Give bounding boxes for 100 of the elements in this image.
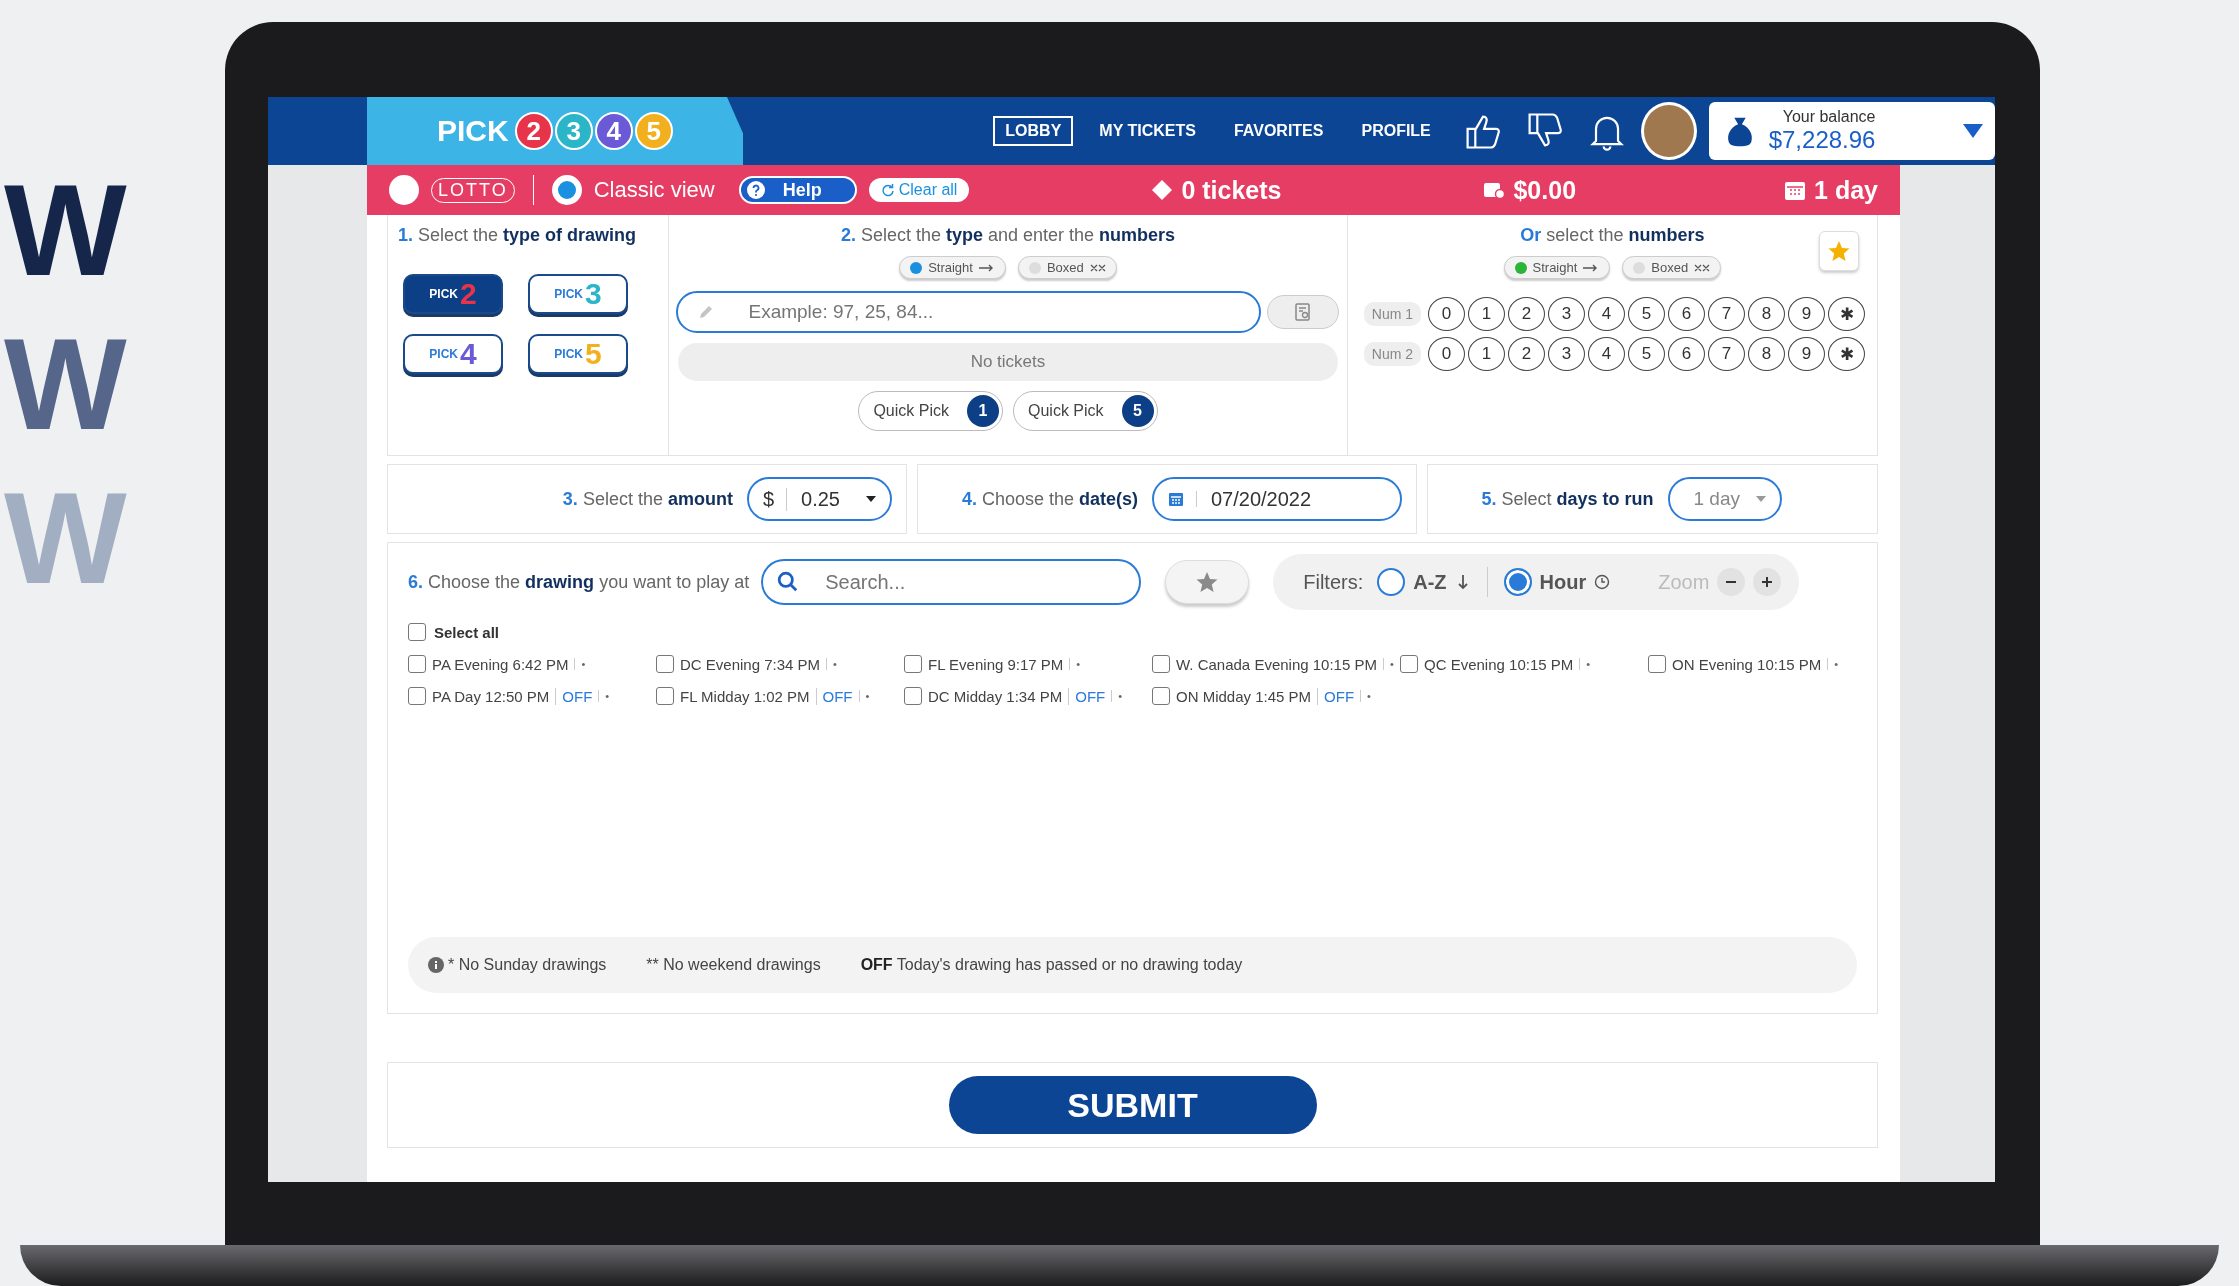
checkbox[interactable] — [1400, 655, 1418, 673]
drawing-label[interactable]: FL Midday 1:02 PM — [680, 687, 810, 705]
date-field[interactable]: 07/20/2022 — [1152, 477, 1402, 521]
submit-button[interactable]: SUBMIT — [948, 1076, 1317, 1134]
mode-pill[interactable]: Boxed — [1017, 256, 1117, 279]
drawing-label[interactable]: PA Day 12:50 PM — [432, 687, 550, 705]
number-key[interactable]: 9 — [1788, 297, 1825, 331]
off-tag: OFF — [1317, 687, 1355, 705]
number-key[interactable]: 3 — [1548, 337, 1585, 371]
days-select[interactable]: 1 day — [1667, 477, 1782, 521]
checkbox[interactable] — [1152, 655, 1170, 673]
calendar-icon — [1784, 179, 1807, 201]
toggle-circle[interactable] — [551, 175, 582, 205]
row-label: Num 1 — [1363, 302, 1421, 326]
drawing-label[interactable]: FL Evening 9:17 PM — [928, 655, 1064, 673]
logo-ball: 4 — [594, 112, 633, 150]
checkbox[interactable] — [904, 687, 922, 705]
checkbox[interactable] — [656, 687, 674, 705]
favorites-button[interactable] — [1165, 560, 1250, 604]
number-key[interactable]: 2 — [1508, 337, 1545, 371]
ticket-icon — [1151, 179, 1174, 201]
number-key[interactable]: 6 — [1668, 337, 1705, 371]
number-key[interactable]: 6 — [1668, 297, 1705, 331]
classic-view-label: Classic view — [593, 177, 715, 203]
logo-ball: 3 — [554, 112, 593, 150]
number-key[interactable]: 4 — [1588, 337, 1625, 371]
number-key[interactable]: 1 — [1468, 337, 1505, 371]
drawing-label[interactable]: DC Evening 7:34 PM — [680, 655, 821, 673]
search-field[interactable]: Search... — [761, 559, 1142, 605]
number-key[interactable]: 7 — [1708, 337, 1745, 371]
drawing-label[interactable]: PA Evening 6:42 PM — [432, 655, 569, 673]
nav-link[interactable]: LOBBY — [993, 116, 1074, 146]
help-icon — [746, 181, 765, 199]
mode-pill[interactable]: Straight — [899, 256, 1006, 279]
filter-option[interactable]: Hour — [1539, 570, 1587, 594]
number-key[interactable]: 1 — [1468, 297, 1505, 331]
filters-label: Filters: — [1303, 570, 1364, 594]
number-key[interactable]: 5 — [1628, 297, 1665, 331]
refresh-icon — [880, 183, 895, 197]
swap-arrows-icon — [1089, 263, 1106, 272]
number-key[interactable]: 8 — [1748, 337, 1785, 371]
toggle-circle[interactable] — [389, 175, 419, 205]
balance-value: $7,228.96 — [1768, 126, 1877, 154]
drawing-mark: • — [1069, 658, 1081, 670]
step-title: 6. Choose the drawing you want to play at — [408, 571, 750, 593]
calendar-icon — [1168, 491, 1184, 507]
step-title: 3. Select the amount — [562, 488, 733, 510]
filter-radio[interactable] — [1377, 568, 1406, 596]
checkbox[interactable] — [408, 623, 426, 641]
checkbox[interactable] — [408, 655, 426, 673]
row-label: Num 2 — [1363, 342, 1421, 366]
step-title: 5. Select days to run — [1481, 488, 1654, 510]
drawing-mark: • — [1579, 658, 1591, 670]
caret-icon — [1963, 124, 1983, 138]
nav-link[interactable]: PROFILE — [1349, 116, 1443, 146]
checkbox[interactable] — [1648, 655, 1666, 673]
number-key[interactable]: ✱ — [1828, 297, 1865, 331]
checkbox[interactable] — [408, 687, 426, 705]
quick-pick-button[interactable]: Quick Pick 5 — [1013, 391, 1158, 431]
ticket-preview-button[interactable] — [1267, 295, 1340, 329]
mode-pill[interactable]: Boxed — [1622, 256, 1722, 279]
drawing-label[interactable]: QC Evening 10:15 PM — [1424, 655, 1574, 673]
amount-select[interactable]: $ 0.25 — [746, 477, 892, 521]
nav-link[interactable]: FAVORITES — [1221, 116, 1336, 146]
filter-option[interactable]: A-Z — [1413, 570, 1447, 594]
off-tag: OFF — [815, 687, 853, 705]
balance-label: Your balance — [1782, 108, 1877, 126]
quick-pick-button[interactable]: Quick Pick 1 — [858, 391, 1003, 431]
zoom-out-button[interactable] — [1717, 568, 1746, 596]
drawing-mark: • — [1111, 690, 1123, 702]
logo-ball: 2 — [514, 112, 553, 150]
balance-box[interactable]: Your balance $7,228.96 — [1708, 102, 1995, 160]
nav-link[interactable]: MY TICKETS — [1087, 116, 1208, 146]
checkbox[interactable] — [656, 655, 674, 673]
number-key[interactable]: 5 — [1628, 337, 1665, 371]
number-key[interactable]: 8 — [1748, 297, 1785, 331]
numbers-input-field[interactable]: Example: 97, 25, 84... — [676, 291, 1262, 333]
pencil-icon — [698, 304, 715, 320]
number-key[interactable]: 3 — [1548, 297, 1585, 331]
select-all-label[interactable]: Select all — [434, 623, 500, 641]
number-key[interactable]: 4 — [1588, 297, 1625, 331]
number-key[interactable]: 9 — [1788, 337, 1825, 371]
drawing-label[interactable]: ON Midday 1:45 PM — [1176, 687, 1312, 705]
checkbox[interactable] — [1152, 687, 1170, 705]
logo-ball: 5 — [634, 112, 673, 150]
drawing-label[interactable]: DC Midday 1:34 PM — [928, 687, 1063, 705]
filter-radio[interactable] — [1503, 568, 1532, 596]
checkbox[interactable] — [904, 655, 922, 673]
drawing-label[interactable]: ON Evening 10:15 PM — [1672, 655, 1822, 673]
help-button[interactable]: Help — [738, 176, 857, 204]
number-key[interactable]: 0 — [1428, 297, 1465, 331]
zoom-in-button[interactable] — [1753, 568, 1782, 596]
step-title: Or select the numbers — [1519, 225, 1706, 246]
off-tag: OFF — [555, 687, 593, 705]
number-key[interactable]: ✱ — [1828, 337, 1865, 371]
number-key[interactable]: 2 — [1508, 297, 1545, 331]
mode-pill[interactable]: Straight — [1503, 256, 1611, 279]
number-key[interactable]: 0 — [1428, 337, 1465, 371]
number-key[interactable]: 7 — [1708, 297, 1745, 331]
drawing-label[interactable]: W. Canada Evening 10:15 PM — [1176, 655, 1377, 673]
